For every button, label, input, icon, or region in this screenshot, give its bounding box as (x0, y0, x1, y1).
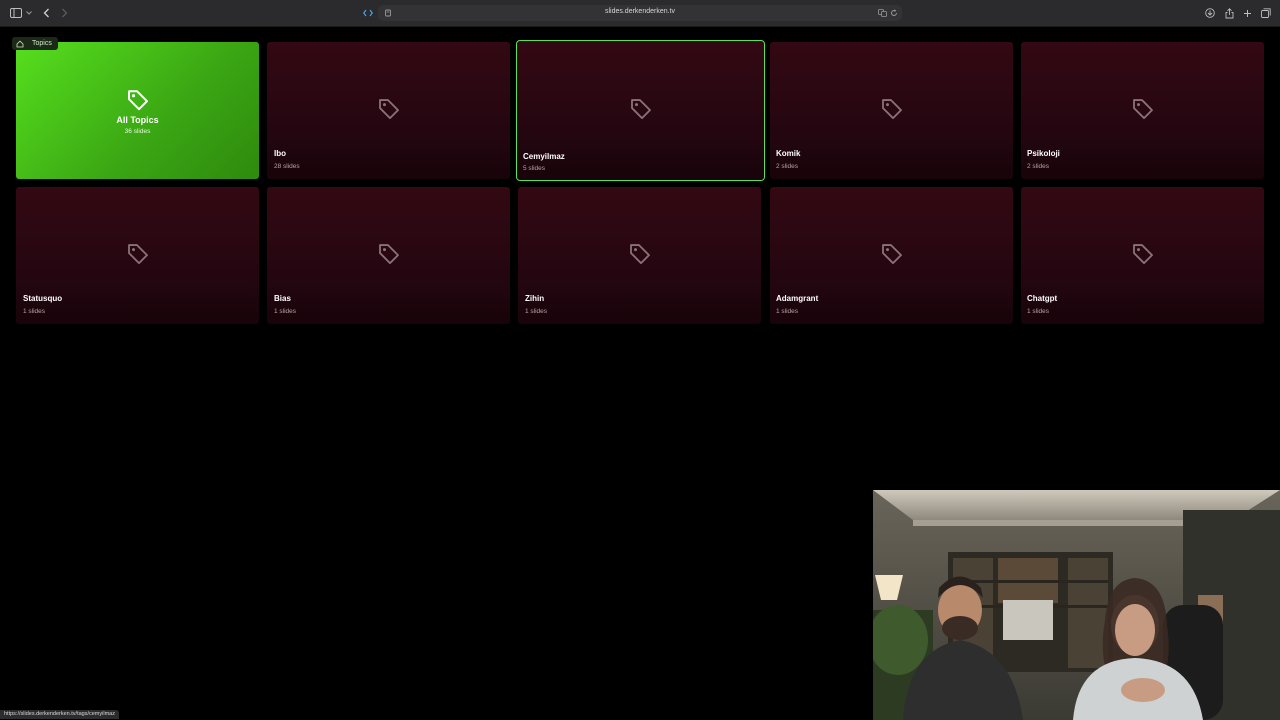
topic-count: 36 slides (124, 128, 151, 135)
tag-icon (378, 243, 399, 264)
download-icon[interactable] (1202, 5, 1218, 21)
topic-count: 1 slides (274, 308, 297, 315)
topic-card[interactable]: Statusquo 1 slides (16, 187, 259, 324)
topic-card-selected[interactable]: Cemyilmaz 5 slides (516, 40, 765, 181)
topic-title: Komik (776, 149, 801, 158)
topic-title: Adamgrant (776, 294, 819, 303)
topic-title: All Topics (116, 115, 159, 125)
topic-card[interactable]: Bias 1 slides (267, 187, 510, 324)
tag-icon (881, 98, 902, 119)
breadcrumb: Topics (12, 37, 58, 50)
topic-card[interactable]: Zihin 1 slides (518, 187, 761, 324)
chevron-down-icon[interactable] (24, 5, 34, 21)
code-extension-icon[interactable] (360, 5, 376, 21)
topic-card-all[interactable]: All Topics 36 slides (16, 42, 259, 179)
new-tab-icon[interactable] (1239, 5, 1255, 21)
topic-count: 2 slides (1027, 163, 1050, 170)
topic-title: Psikoloji (1027, 149, 1060, 158)
home-icon[interactable] (16, 35, 24, 53)
topic-title: Bias (274, 294, 291, 303)
tag-icon (629, 243, 650, 264)
breadcrumb-topics[interactable]: Topics (32, 40, 52, 47)
sidebar-toggle-icon[interactable] (8, 5, 24, 21)
topic-card[interactable]: Psikoloji 2 slides (1021, 42, 1264, 179)
tag-icon (127, 89, 148, 110)
tag-icon (1132, 243, 1153, 264)
tab-overview-icon[interactable] (1258, 5, 1274, 21)
tag-icon (881, 243, 902, 264)
topic-count: 1 slides (776, 308, 799, 315)
topic-title: Statusquo (23, 294, 63, 303)
forward-icon[interactable] (56, 5, 72, 21)
topic-count: 1 slides (1027, 308, 1050, 315)
topic-card[interactable]: Adamgrant 1 slides (770, 187, 1013, 324)
topic-title: Ibo (274, 149, 286, 158)
address-bar[interactable]: slides.derkenderken.tv (378, 5, 902, 21)
reload-icon[interactable] (886, 5, 902, 21)
topic-card[interactable]: Chatgpt 1 slides (1021, 187, 1264, 324)
topic-card[interactable]: Komik 2 slides (770, 42, 1013, 179)
topic-title: Zihin (525, 294, 545, 303)
status-bar-url: https://slides.derkenderken.tv/tags/cemy… (0, 710, 119, 719)
topic-title: Chatgpt (1027, 294, 1058, 303)
share-icon[interactable] (1221, 5, 1237, 21)
tag-icon (378, 98, 399, 119)
topic-count: 1 slides (23, 308, 46, 315)
topic-title: Cemyilmaz (523, 152, 565, 161)
topic-count: 5 slides (523, 165, 546, 172)
topic-count: 1 slides (525, 308, 548, 315)
browser-toolbar: slides.derkenderken.tv (0, 0, 1280, 27)
webcam-video (873, 490, 1280, 720)
tag-icon (630, 98, 651, 119)
tag-icon (1132, 98, 1153, 119)
topic-card[interactable]: Ibo 28 slides (267, 42, 510, 179)
url-text: slides.derkenderken.tv (604, 8, 676, 15)
topic-count: 2 slides (776, 163, 799, 170)
back-icon[interactable] (38, 5, 54, 21)
tag-icon (127, 243, 148, 264)
topic-count: 28 slides (274, 163, 300, 170)
